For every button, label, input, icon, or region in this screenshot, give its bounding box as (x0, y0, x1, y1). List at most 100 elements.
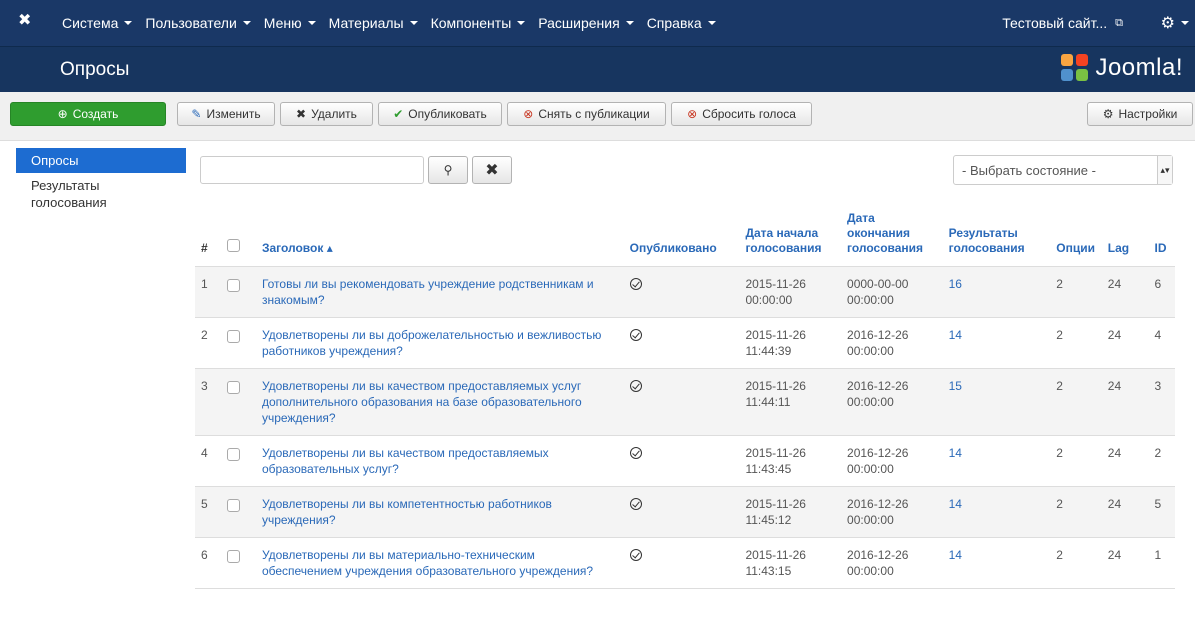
menu-extensions[interactable]: Расширения (538, 15, 634, 31)
table-header-row: # Заголовок ▴ Опубликовано Дата начала г… (195, 196, 1175, 267)
row-options: 2 (1050, 435, 1102, 487)
reset-votes-button[interactable]: ⊗ Сбросить голоса (671, 102, 812, 126)
row-num: 2 (195, 317, 222, 369)
poll-title-link[interactable]: Удовлетворены ли вы доброжелательностью … (262, 328, 601, 358)
row-votes-link[interactable]: 15 (942, 368, 1051, 436)
row-published-cell (623, 317, 740, 369)
menu-menus[interactable]: Меню (264, 15, 316, 31)
joomla-icon[interactable]: ✖ (18, 12, 36, 30)
clear-search-button[interactable]: ✖ (472, 156, 512, 184)
gear-icon: ⚙ (1102, 107, 1114, 121)
page-header: Опросы Joomla! (0, 46, 1195, 93)
row-id: 4 (1148, 317, 1175, 369)
main-menu: Система Пользователи Меню Материалы Комп… (62, 0, 729, 46)
row-end-date: 0000-00-00 00:00:00 (841, 266, 943, 318)
row-checkbox-cell (221, 368, 256, 436)
edit-button[interactable]: ✎ Изменить (177, 102, 275, 126)
published-check-icon[interactable] (629, 278, 642, 290)
poll-title-link[interactable]: Готовы ли вы рекомендовать учреждение ро… (262, 277, 594, 307)
brand-text: Joomla! (1095, 54, 1183, 81)
published-check-icon[interactable] (629, 498, 642, 510)
button-label: Удалить (311, 107, 357, 121)
menu-label: Расширения (538, 15, 620, 31)
row-checkbox[interactable] (227, 381, 241, 394)
menu-label: Компоненты (430, 15, 512, 31)
create-button[interactable]: ⊕ Создать (10, 102, 166, 126)
row-published-cell (623, 266, 740, 318)
row-end-date: 2016-12-26 00:00:00 (841, 537, 943, 589)
row-votes-link[interactable]: 14 (942, 435, 1051, 487)
search-button[interactable]: ⚲ (428, 156, 468, 184)
row-votes-link[interactable]: 14 (942, 486, 1051, 538)
row-votes-link[interactable]: 16 (942, 266, 1051, 318)
sort-asc-icon: ▴ (326, 241, 333, 255)
row-title-cell: Удовлетворены ли вы качеством предоставл… (255, 368, 624, 436)
row-lag: 24 (1101, 486, 1149, 538)
row-options: 2 (1050, 486, 1102, 538)
col-id[interactable]: ID (1148, 196, 1175, 267)
row-votes-link[interactable]: 14 (942, 537, 1051, 589)
check-icon: ✔ (393, 107, 404, 121)
col-start-date[interactable]: Дата начала голосования (739, 196, 842, 267)
search-input[interactable] (200, 156, 424, 184)
gear-icon: ⚙ (1160, 15, 1175, 32)
col-options[interactable]: Опции (1050, 196, 1102, 267)
menu-users[interactable]: Пользователи (145, 15, 251, 31)
unpublish-button[interactable]: ⊗ Снять с публикации (507, 102, 666, 126)
row-votes-link[interactable]: 14 (942, 317, 1051, 369)
row-checkbox[interactable] (227, 550, 241, 563)
row-title-cell: Удовлетворены ли вы материально-техничес… (255, 537, 624, 589)
top-navbar: ✖ Система Пользователи Меню Материалы Ко… (0, 0, 1195, 46)
sidebar-item-results[interactable]: Результаты голосования (16, 173, 186, 215)
published-check-icon[interactable] (629, 447, 642, 459)
col-title-sort[interactable]: Заголовок ▴ (255, 196, 624, 267)
col-end-date[interactable]: Дата окончания голосования (841, 196, 943, 267)
row-end-date: 2016-12-26 00:00:00 (841, 317, 943, 369)
menu-system[interactable]: Система (62, 15, 133, 31)
row-end-date: 2016-12-26 00:00:00 (841, 368, 943, 436)
row-checkbox[interactable] (227, 499, 241, 512)
col-published[interactable]: Опубликовано (623, 196, 740, 267)
row-checkbox[interactable] (227, 330, 241, 343)
row-checkbox-cell (221, 317, 256, 369)
published-check-icon[interactable] (629, 380, 642, 392)
caret-down-icon (707, 21, 716, 25)
unpublish-icon: ⊗ (523, 107, 534, 121)
row-checkbox-cell (221, 435, 256, 487)
sidebar-item-polls[interactable]: Опросы (16, 148, 186, 173)
menu-help[interactable]: Справка (647, 15, 716, 31)
table-row: 1 Готовы ли вы рекомендовать учреждение … (195, 266, 1175, 318)
publish-button[interactable]: ✔ Опубликовать (378, 102, 502, 126)
menu-label: Справка (646, 15, 702, 31)
row-title-cell: Удовлетворены ли вы доброжелательностью … (255, 317, 624, 369)
caret-down-icon (124, 21, 133, 25)
published-check-icon[interactable] (629, 549, 642, 561)
row-options: 2 (1050, 266, 1102, 318)
row-id: 3 (1148, 368, 1175, 436)
menu-components[interactable]: Компоненты (431, 15, 526, 31)
options-button[interactable]: ⚙ Настройки (1087, 102, 1193, 126)
row-title-cell: Удовлетворены ли вы качеством предоставл… (255, 435, 624, 487)
poll-title-link[interactable]: Удовлетворены ли вы качеством предоставл… (262, 379, 582, 425)
row-end-date: 2016-12-26 00:00:00 (841, 435, 943, 487)
poll-title-link[interactable]: Удовлетворены ли вы компетентностью рабо… (262, 497, 552, 527)
row-checkbox[interactable] (227, 448, 241, 461)
poll-title-link[interactable]: Удовлетворены ли вы материально-техничес… (262, 548, 593, 578)
site-preview-link[interactable]: Тестовый сайт... ⧉ (1002, 0, 1123, 46)
col-results[interactable]: Результаты голосования (942, 196, 1051, 267)
row-checkbox-cell (221, 266, 256, 318)
state-filter-select[interactable]: - Выбрать состояние - ▴▾ (953, 155, 1173, 185)
row-start-date: 2015-11-26 11:43:15 (739, 537, 842, 589)
select-all-checkbox[interactable] (227, 239, 241, 252)
delete-button[interactable]: ✖ Удалить (280, 102, 373, 126)
joomla-logo-icon (1061, 54, 1089, 82)
col-num: # (195, 196, 222, 267)
button-label: Настройки (1118, 107, 1178, 121)
user-menu[interactable]: ⚙ (1161, 0, 1189, 46)
row-checkbox[interactable] (227, 279, 241, 292)
col-lag[interactable]: Lag (1101, 196, 1149, 267)
page-title: Опросы (60, 59, 130, 80)
menu-content[interactable]: Материалы (329, 15, 418, 31)
published-check-icon[interactable] (629, 329, 642, 341)
poll-title-link[interactable]: Удовлетворены ли вы качеством предоставл… (262, 446, 549, 476)
